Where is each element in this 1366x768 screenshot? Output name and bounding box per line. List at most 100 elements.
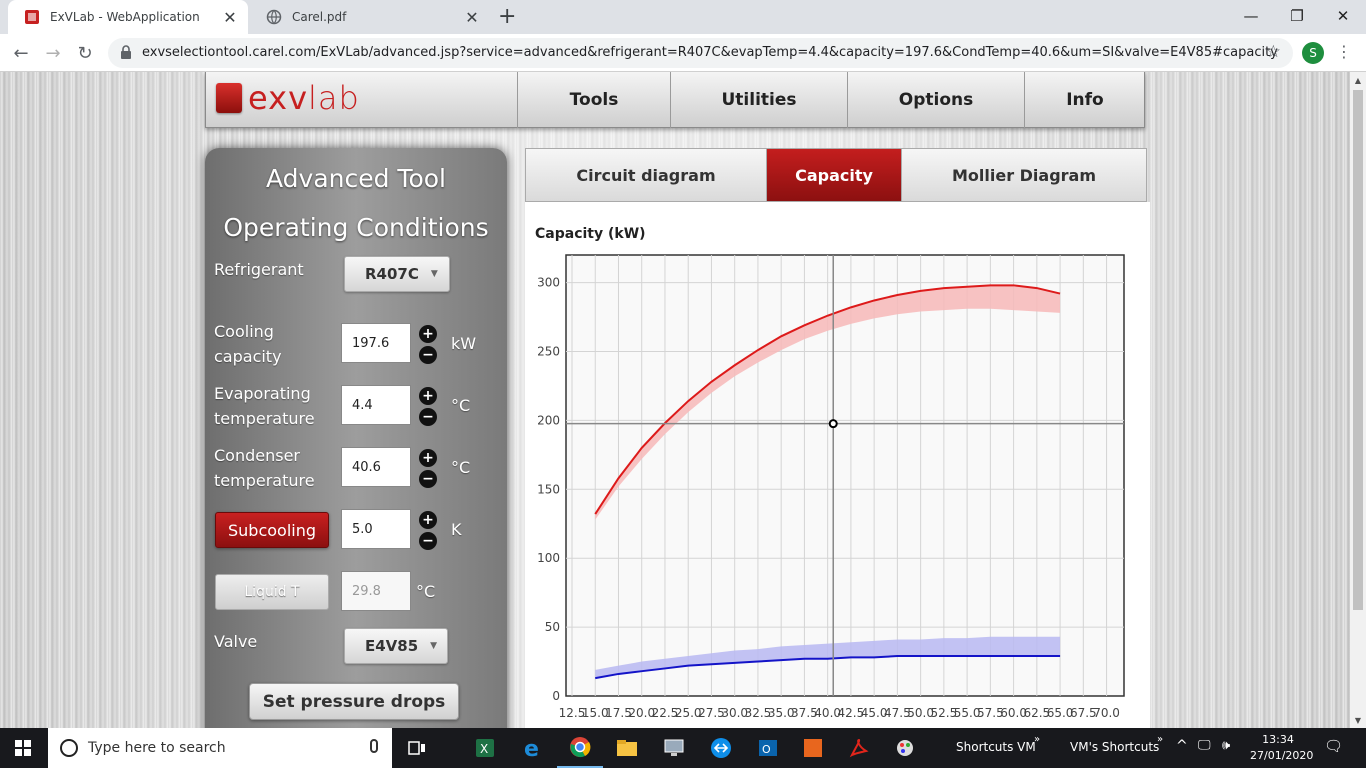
chevron-right-icon[interactable]: » <box>1157 734 1163 745</box>
chrome-icon[interactable] <box>557 728 603 768</box>
tab-title: ExVLab - WebApplication <box>50 10 200 24</box>
file-explorer-icon[interactable] <box>604 728 650 768</box>
star-icon[interactable]: ☆ <box>1266 42 1281 62</box>
exvlab-logo[interactable]: exvlab <box>216 80 360 116</box>
capacity-chart[interactable]: Capacity (kW)12.515.017.520.022.525.027.… <box>525 202 1150 728</box>
evaporating-temperature-input[interactable]: 4.4 <box>341 385 411 425</box>
browser-tab-bar: ExVLab - WebApplication ✕ Carel.pdf ✕ + … <box>0 0 1366 34</box>
tab-circuit-diagram[interactable]: Circuit diagram <box>526 149 767 201</box>
tab-capacity[interactable]: Capacity <box>767 149 901 201</box>
valve-select[interactable]: E4V85 ▼ <box>344 628 448 664</box>
nav-info[interactable]: Info <box>1024 72 1145 128</box>
condenser-increment-button[interactable]: + <box>419 449 437 467</box>
acrobat-icon[interactable] <box>836 728 882 768</box>
operating-conditions-panel: Advanced Tool Operating Conditions Refri… <box>205 148 507 728</box>
tab-mollier-diagram[interactable]: Mollier Diagram <box>901 149 1146 201</box>
taskbar-clock[interactable]: 13:34 27/01/2020 <box>1250 732 1314 764</box>
clock-date: 27/01/2020 <box>1250 749 1314 762</box>
browser-toolbar: ← → ↻ exvselectiontool.carel.com/ExVLab/… <box>0 34 1366 72</box>
evaporating-label: Evaporating temperature <box>214 381 315 431</box>
paint-icon[interactable] <box>882 728 928 768</box>
capacity-increment-button[interactable]: + <box>419 325 437 343</box>
windows-taskbar: Type here to search X e O Shortcuts VM »… <box>0 728 1366 768</box>
svg-text:X: X <box>480 742 488 756</box>
network-icon[interactable]: 🖵 <box>1198 738 1211 753</box>
close-icon[interactable]: ✕ <box>220 8 240 27</box>
evaporating-increment-button[interactable]: + <box>419 387 437 405</box>
scroll-up-icon[interactable]: ▲ <box>1350 72 1366 88</box>
minimize-icon[interactable]: — <box>1228 0 1274 32</box>
globe-icon <box>266 9 282 25</box>
close-window-icon[interactable]: ✕ <box>1320 0 1366 32</box>
microphone-icon[interactable] <box>370 739 378 753</box>
edge-legacy-icon[interactable]: e <box>510 728 556 768</box>
app-header: exvlab Tools Utilities Options Info <box>205 72 1145 128</box>
subcooling-button[interactable]: Subcooling <box>215 512 329 548</box>
close-icon[interactable]: ✕ <box>462 8 482 27</box>
reload-icon[interactable]: ↻ <box>72 40 98 66</box>
evaporating-label-line1: Evaporating <box>214 384 311 403</box>
new-tab-plus-icon[interactable]: + <box>498 4 516 29</box>
back-icon[interactable]: ← <box>8 40 34 66</box>
volume-icon[interactable]: 🕪 <box>1222 738 1230 753</box>
cooling-capacity-input[interactable]: 197.6 <box>341 323 411 363</box>
subcooling-increment-button[interactable]: + <box>419 511 437 529</box>
nav-utilities[interactable]: Utilities <box>670 72 847 128</box>
remote-desktop-icon[interactable] <box>651 728 697 768</box>
forward-icon[interactable]: → <box>40 40 66 66</box>
cortana-icon <box>60 739 78 757</box>
window-controls: — ❐ ✕ <box>1228 0 1366 32</box>
x-tick-label: 70.0 <box>1093 706 1120 720</box>
lock-icon <box>121 45 131 59</box>
tray-expand-icon[interactable]: ^ <box>1176 738 1188 754</box>
panel-title: Advanced Tool <box>266 164 446 193</box>
condenser-label-line2: temperature <box>214 471 315 490</box>
set-pressure-drops-button[interactable]: Set pressure drops <box>249 683 459 720</box>
browser-tab-exvlab[interactable]: ExVLab - WebApplication ✕ <box>8 0 248 34</box>
menu-icon[interactable]: ⋮ <box>1336 42 1352 61</box>
url-text: exvselectiontool.carel.com/ExVLab/advanc… <box>142 45 1278 60</box>
office-app-icon[interactable] <box>790 728 836 768</box>
excel-icon[interactable]: X <box>462 728 508 768</box>
liquid-t-button[interactable]: Liquid T <box>215 574 329 610</box>
search-placeholder: Type here to search <box>88 740 226 756</box>
notifications-icon[interactable]: 🗨 <box>1324 737 1343 755</box>
windows-start-icon[interactable] <box>0 728 46 768</box>
taskbar-search-input[interactable]: Type here to search <box>48 728 392 768</box>
valve-value: E4V85 <box>365 637 419 655</box>
chevron-right-icon[interactable]: » <box>1034 734 1040 745</box>
task-view-icon[interactable] <box>394 728 440 768</box>
capacity-decrement-button[interactable]: − <box>419 346 437 364</box>
evaporating-label-line2: temperature <box>214 409 315 428</box>
evaporating-decrement-button[interactable]: − <box>419 408 437 426</box>
page-scrollbar[interactable]: ▲ ▼ <box>1350 72 1366 728</box>
nav-options[interactable]: Options <box>847 72 1024 128</box>
condenser-label: Condenser temperature <box>214 443 315 493</box>
y-tick-label: 150 <box>537 482 560 496</box>
scroll-down-icon[interactable]: ▼ <box>1350 712 1366 728</box>
view-tabs: Circuit diagram Capacity Mollier Diagram <box>525 148 1147 202</box>
outlook-icon[interactable]: O <box>745 728 791 768</box>
browser-tab-carel-pdf[interactable]: Carel.pdf ✕ <box>250 0 490 34</box>
valve-label: Valve <box>214 632 258 651</box>
subcooling-decrement-button[interactable]: − <box>419 532 437 550</box>
profile-avatar[interactable]: S <box>1302 42 1324 64</box>
condenser-decrement-button[interactable]: − <box>419 470 437 488</box>
nav-tools[interactable]: Tools <box>517 72 670 128</box>
condenser-temperature-input[interactable]: 40.6 <box>341 447 411 487</box>
page-viewport: exvlab Tools Utilities Options Info Adva… <box>0 72 1350 728</box>
shortcuts-vm-toolbar[interactable]: Shortcuts VM <box>956 740 1036 754</box>
liquid-temperature-input[interactable]: 29.8 <box>341 571 411 611</box>
teamviewer-icon[interactable] <box>698 728 744 768</box>
operating-point-marker <box>828 419 838 429</box>
refrigerant-value: R407C <box>365 265 419 283</box>
address-bar[interactable]: exvselectiontool.carel.com/ExVLab/advanc… <box>108 38 1293 68</box>
restore-icon[interactable]: ❐ <box>1274 0 1320 32</box>
vms-shortcuts-toolbar[interactable]: VM's Shortcuts <box>1070 740 1159 754</box>
scrollbar-thumb[interactable] <box>1353 90 1363 610</box>
condenser-unit: °C <box>451 458 471 477</box>
logo-word-lab: lab <box>308 79 360 117</box>
refrigerant-select[interactable]: R407C ▼ <box>344 256 450 292</box>
y-tick-label: 100 <box>537 551 560 565</box>
subcooling-input[interactable]: 5.0 <box>341 509 411 549</box>
